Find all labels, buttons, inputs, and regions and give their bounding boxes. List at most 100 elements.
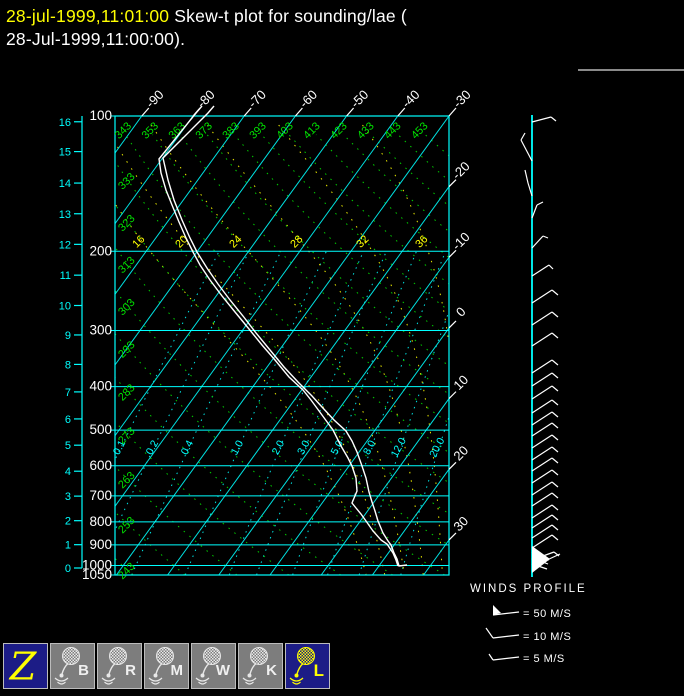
svg-text:-30: -30 — [450, 87, 474, 111]
svg-text:353: 353 — [140, 120, 161, 141]
svg-text:36: 36 — [413, 233, 430, 250]
dry-adiabats — [115, 134, 449, 575]
svg-text:1050: 1050 — [82, 567, 112, 582]
svg-text:-50: -50 — [347, 87, 371, 111]
svg-text:333: 333 — [116, 171, 137, 192]
svg-text:15: 15 — [59, 147, 71, 159]
svg-text:= 10 M/S: = 10 M/S — [523, 631, 571, 643]
svg-text:0: 0 — [453, 304, 469, 320]
svg-text:7: 7 — [65, 387, 71, 399]
svg-text:403: 403 — [274, 120, 295, 141]
toolbar-button-letter: R — [125, 662, 136, 679]
toolbar-button-r[interactable]: R — [97, 643, 142, 689]
svg-text:30: 30 — [450, 513, 471, 534]
mixing-ratio-labels: 0.1 0.2 0.4 1.0 2.0 3.0 5.0 8.0 12.0 20.0 — [111, 436, 448, 460]
isotherms — [115, 116, 449, 575]
wind-legend: WINDS PROFILE = 50 M/S = 10 M/S = 5 M/S — [470, 583, 587, 665]
svg-text:32: 32 — [354, 233, 371, 250]
svg-text:-20: -20 — [449, 159, 473, 183]
svg-text:20: 20 — [450, 443, 471, 464]
svg-text:= 50 M/S: = 50 M/S — [523, 608, 571, 620]
svg-text:0.4: 0.4 — [179, 438, 197, 457]
svg-text:10: 10 — [59, 301, 71, 313]
svg-text:0: 0 — [65, 563, 71, 575]
svg-text:413: 413 — [301, 120, 322, 141]
moist-adiabat-labels: 16 20 24 28 32 36 — [130, 233, 430, 250]
svg-text:24: 24 — [227, 233, 244, 250]
svg-text:-70: -70 — [245, 87, 269, 111]
skewt-chart: 343 353 363 373 383 393 403 413 423 433 443 4533333… — [59, 87, 587, 665]
svg-text:433: 433 — [355, 120, 376, 141]
toolbar-button-letter: M — [170, 662, 184, 679]
svg-text:363: 363 — [167, 120, 188, 141]
svg-text:263: 263 — [116, 470, 137, 491]
svg-text:8: 8 — [65, 359, 71, 371]
flag-50-icon — [493, 605, 501, 615]
svg-text:500: 500 — [89, 422, 112, 437]
svg-text:100: 100 — [89, 108, 112, 123]
svg-text:28: 28 — [288, 233, 305, 250]
svg-text:393: 393 — [247, 120, 268, 141]
toolbar: Z B R M W KL — [3, 643, 330, 689]
svg-text:8.0: 8.0 — [361, 438, 379, 457]
svg-text:0.2: 0.2 — [144, 438, 162, 457]
svg-text:293: 293 — [116, 339, 137, 360]
svg-text:12.0: 12.0 — [389, 436, 409, 460]
toolbar-button-letter: W — [215, 662, 230, 679]
toolbar-button-letter: K — [266, 662, 277, 679]
svg-text:9: 9 — [65, 330, 71, 342]
svg-text:2.0: 2.0 — [270, 438, 288, 457]
svg-text:WINDS PROFILE: WINDS PROFILE — [470, 583, 587, 595]
zebra-logo-icon: Z — [9, 645, 38, 688]
svg-text:253: 253 — [116, 515, 137, 536]
svg-text:1: 1 — [65, 540, 71, 552]
toolbar-button-m[interactable]: M — [144, 643, 189, 689]
svg-text:11: 11 — [60, 270, 71, 282]
pressure-axis-labels: 10020030040050060070080090010001050 — [82, 108, 112, 582]
wind-barbs — [520, 116, 561, 573]
svg-text:10: 10 — [450, 372, 471, 393]
dewpoint-trace — [158, 105, 399, 567]
svg-text:243: 243 — [116, 561, 137, 582]
svg-text:16: 16 — [130, 233, 147, 250]
svg-text:303: 303 — [116, 297, 137, 318]
toolbar-button-w[interactable]: W — [191, 643, 236, 689]
svg-text:-40: -40 — [399, 87, 423, 111]
svg-text:800: 800 — [89, 514, 112, 529]
toolbar-button-l[interactable]: L — [285, 643, 330, 689]
svg-text:Z: Z — [9, 645, 38, 688]
svg-text:5.0: 5.0 — [329, 438, 347, 457]
svg-text:200: 200 — [89, 243, 112, 258]
svg-text:343: 343 — [113, 120, 134, 141]
svg-text:1.0: 1.0 — [229, 438, 247, 457]
svg-text:-80: -80 — [194, 87, 218, 111]
svg-text:20.0: 20.0 — [427, 436, 447, 460]
svg-text:400: 400 — [89, 379, 112, 394]
toolbar-button-zebra-logo[interactable]: Z — [3, 643, 48, 689]
toolbar-button-letter: B — [78, 662, 89, 679]
svg-text:-90: -90 — [143, 87, 167, 111]
toolbar-button-k[interactable]: K — [238, 643, 283, 689]
temperature-trace — [162, 105, 408, 567]
svg-text:16: 16 — [59, 117, 71, 129]
svg-text:5: 5 — [65, 440, 71, 452]
svg-text:12: 12 — [59, 239, 71, 251]
svg-text:300: 300 — [89, 322, 112, 337]
svg-text:3: 3 — [65, 491, 71, 503]
svg-text:453: 453 — [409, 120, 430, 141]
svg-text:600: 600 — [89, 458, 112, 473]
svg-text:14: 14 — [59, 178, 71, 190]
svg-text:-60: -60 — [296, 87, 320, 111]
svg-text:323: 323 — [116, 213, 137, 234]
svg-text:6: 6 — [65, 414, 71, 426]
svg-text:3.0: 3.0 — [295, 438, 313, 457]
app-window: 28-jul-1999,11:01:00 Skew-t plot for sou… — [0, 0, 684, 696]
toolbar-button-b[interactable]: B — [50, 643, 95, 689]
svg-text:13: 13 — [59, 209, 71, 221]
svg-text:443: 443 — [382, 120, 403, 141]
svg-text:= 5 M/S: = 5 M/S — [523, 653, 565, 665]
svg-text:283: 283 — [116, 382, 137, 403]
svg-text:700: 700 — [89, 488, 112, 503]
svg-text:4: 4 — [65, 466, 71, 478]
svg-text:-10: -10 — [449, 229, 473, 253]
